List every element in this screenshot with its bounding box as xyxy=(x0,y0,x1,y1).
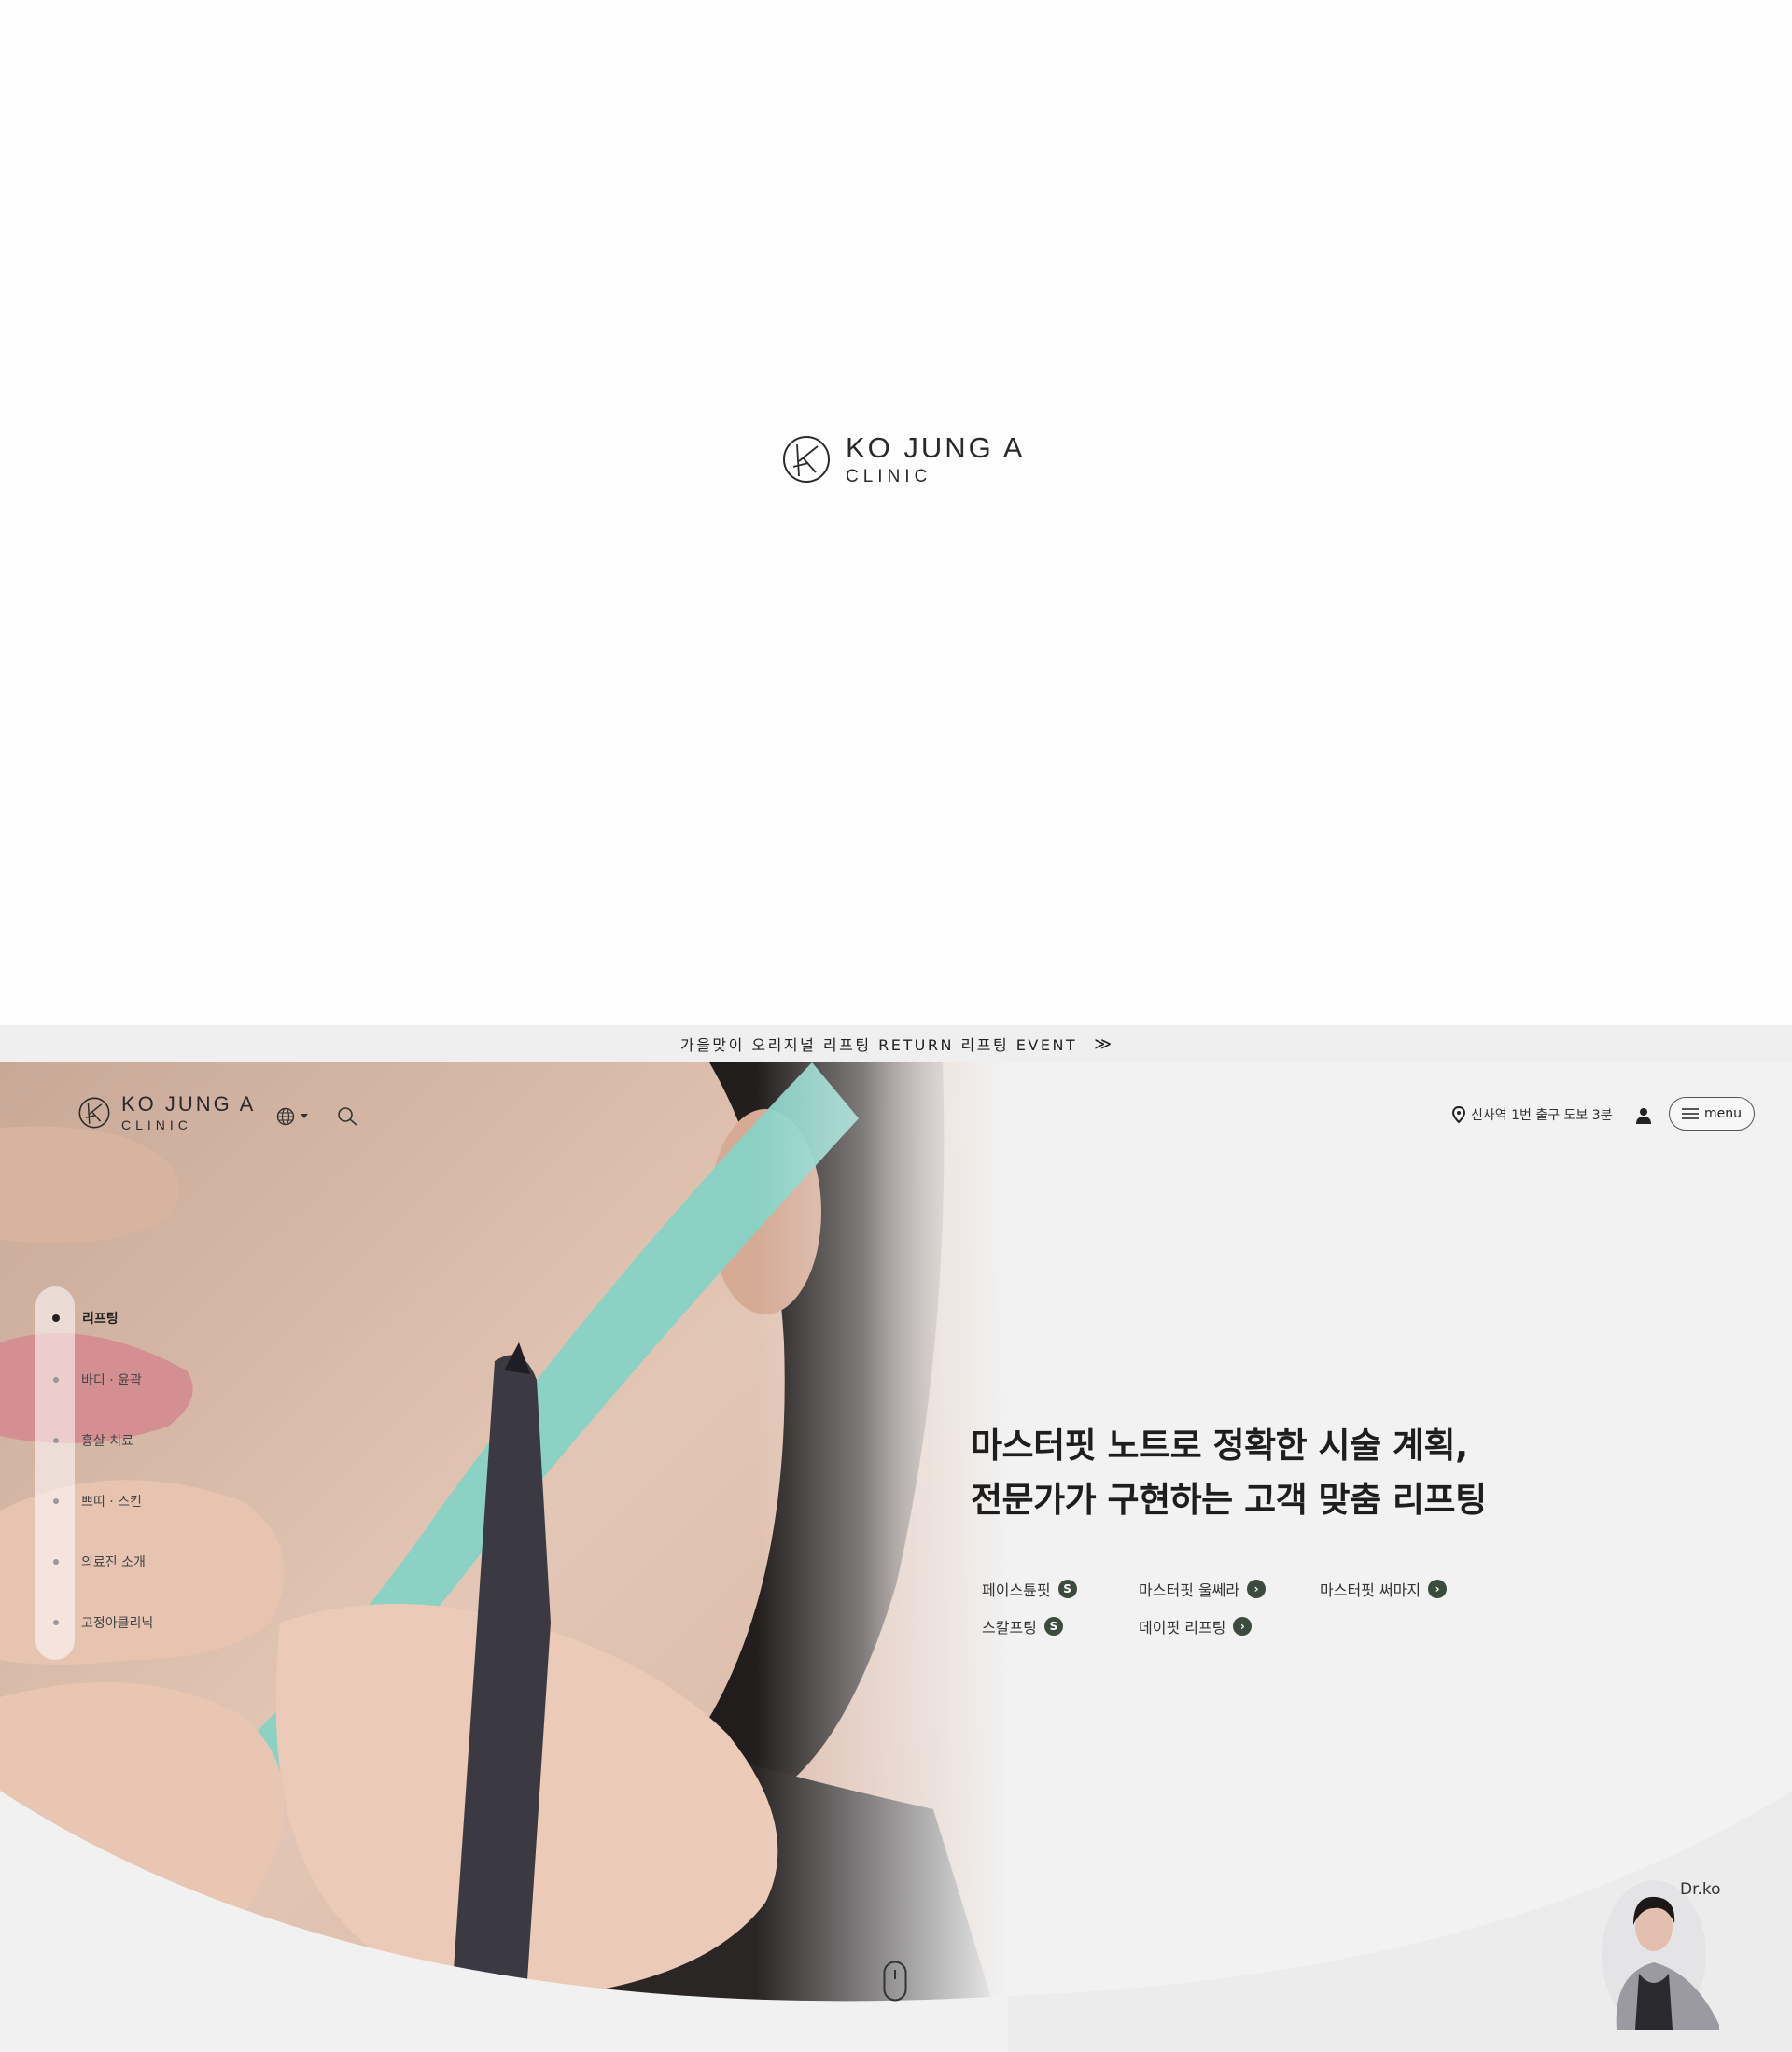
caret-down-icon xyxy=(301,1114,308,1118)
language-selector[interactable] xyxy=(276,1107,308,1126)
doctor-label: Dr.ko xyxy=(1680,1880,1721,1899)
hero-headline: 마스터핏 노트로 정확한 시술 계획, 전문가가 구현하는 고객 맞춤 리프팅 xyxy=(971,1419,1487,1527)
treatment-label: 데이핏 리프팅 xyxy=(1139,1619,1226,1637)
treatment-dayfit[interactable]: 데이핏 리프팅 › xyxy=(1139,1615,1253,1637)
side-nav-item-body[interactable]: 바디 · 윤곽 xyxy=(53,1370,142,1389)
location-link[interactable]: 신사역 1번 출구 도보 3분 xyxy=(1452,1105,1613,1124)
side-nav-item-doctors[interactable]: 의료진 소개 xyxy=(53,1553,146,1571)
treatment-thermage[interactable]: 마스터핏 써마지 › xyxy=(1320,1578,1448,1600)
headline-line-1: 마스터핏 노트로 정확한 시술 계획, xyxy=(971,1426,1468,1466)
globe-icon xyxy=(276,1107,295,1126)
search-icon xyxy=(338,1107,357,1126)
splash-logo: KO JUNG A CLINIC xyxy=(782,433,1025,485)
side-nav-label: 바디 · 윤곽 xyxy=(81,1373,142,1388)
hamburger-icon xyxy=(1682,1108,1699,1119)
side-nav-label: 쁘띠 · 스킨 xyxy=(81,1495,142,1510)
user-button[interactable] xyxy=(1635,1107,1652,1128)
brand-mark-icon xyxy=(783,436,830,483)
double-arrow-icon: ≫ xyxy=(1094,1033,1113,1054)
arrow-right-circle-icon: › xyxy=(1428,1580,1448,1598)
hero-section: KO JUNG A CLINIC 신사역 1번 출구 도보 3분 menu 리프… xyxy=(0,1062,1792,2052)
treatment-label: 마스터핏 울쎄라 xyxy=(1139,1581,1240,1599)
location-pin-icon xyxy=(1452,1106,1465,1123)
side-nav-label: 고정아클리닉 xyxy=(81,1616,154,1631)
side-nav-item-clinic[interactable]: 고정아클리닉 xyxy=(53,1613,153,1632)
mouse-icon xyxy=(883,1961,907,2002)
nav-dot xyxy=(53,1498,59,1504)
nav-dot xyxy=(52,1314,60,1322)
treatment-facetunefit[interactable]: 페이스튠핏 S xyxy=(982,1578,1077,1600)
s-badge-icon: S xyxy=(1043,1617,1063,1636)
main-page: 가을맞이 오리지널 리프팅 RETURN 리프팅 EVENT ≫ KO JUNG… xyxy=(0,1025,1792,2052)
nav-dot xyxy=(53,1438,59,1443)
user-icon xyxy=(1636,1108,1651,1124)
brand-name: KO JUNG A xyxy=(846,431,1026,464)
nav-dot xyxy=(53,1559,59,1565)
site-header: KO JUNG A CLINIC 신사역 1번 출구 도보 3분 menu xyxy=(0,1062,1792,1165)
arrow-right-circle-icon: › xyxy=(1233,1617,1253,1636)
treatment-label: 마스터핏 써마지 xyxy=(1320,1581,1421,1599)
header-logo[interactable]: KO JUNG A CLINIC xyxy=(78,1094,256,1131)
menu-button[interactable]: menu xyxy=(1669,1097,1755,1131)
treatment-scalpting[interactable]: 스칼프팅 S xyxy=(982,1615,1063,1637)
search-button[interactable] xyxy=(336,1105,358,1131)
bottom-curve xyxy=(1008,1791,1792,2052)
side-nav xyxy=(35,1286,75,1660)
event-banner[interactable]: 가을맞이 오리지널 리프팅 RETURN 리프팅 EVENT ≫ xyxy=(0,1025,1792,1062)
brand-name: KO JUNG A xyxy=(121,1092,257,1116)
side-nav-item-petit[interactable]: 쁘띠 · 스킨 xyxy=(53,1492,142,1511)
event-banner-text: 가을맞이 오리지널 리프팅 RETURN 리프팅 EVENT xyxy=(679,1036,1078,1054)
side-nav-item-scar[interactable]: 흉살 치료 xyxy=(53,1431,133,1450)
nav-dot xyxy=(53,1620,59,1625)
s-badge-icon: S xyxy=(1057,1580,1077,1598)
brand-sub: CLINIC xyxy=(121,1117,192,1132)
nav-dot xyxy=(53,1377,59,1383)
location-text: 신사역 1번 출구 도보 3분 xyxy=(1471,1108,1613,1123)
treatment-label: 스칼프팅 xyxy=(982,1619,1037,1637)
treatment-label: 페이스튠핏 xyxy=(982,1581,1051,1599)
treatment-links: 페이스튠핏 S 마스터핏 울쎄라 › 마스터핏 써마지 › 스칼프팅 S 데이핏… xyxy=(982,1578,1542,1652)
side-nav-item-lifting[interactable]: 리프팅 xyxy=(52,1309,119,1328)
headline-line-2: 전문가가 구현하는 고객 맞춤 리프팅 xyxy=(971,1480,1487,1520)
menu-label: menu xyxy=(1704,1106,1742,1121)
arrow-right-circle-icon: › xyxy=(1247,1580,1267,1598)
brand-sub: CLINIC xyxy=(846,467,932,486)
side-nav-label: 의료진 소개 xyxy=(81,1555,146,1570)
treatment-ulthera[interactable]: 마스터핏 울쎄라 › xyxy=(1139,1578,1267,1600)
scroll-down-indicator[interactable] xyxy=(883,1961,907,2005)
side-nav-label: 흉살 치료 xyxy=(81,1434,133,1449)
intro-splash: KO JUNG A CLINIC xyxy=(0,0,1792,1025)
brand-mark-icon xyxy=(78,1097,110,1129)
side-nav-label: 리프팅 xyxy=(82,1312,119,1327)
